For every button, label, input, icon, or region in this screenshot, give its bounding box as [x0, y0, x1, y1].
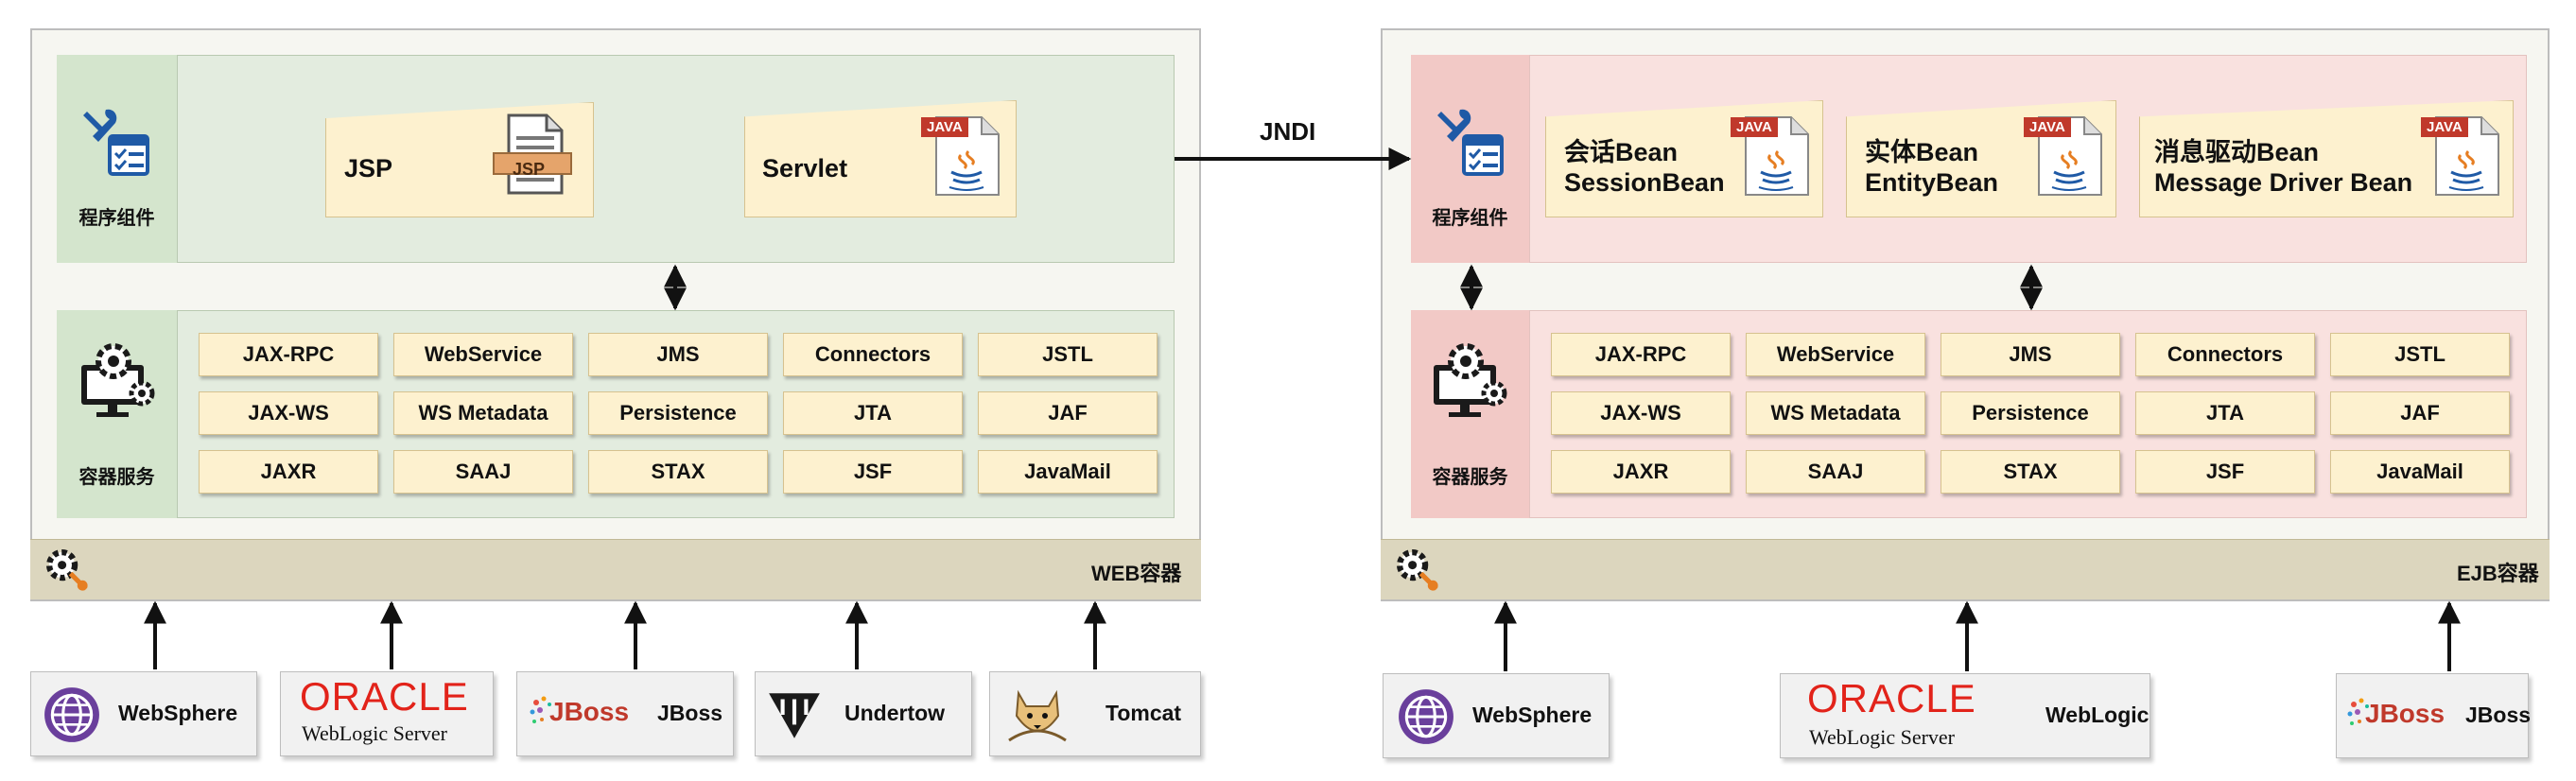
websphere-server: WebSphere: [1383, 673, 1610, 758]
websphere-label: WebSphere: [118, 701, 238, 725]
jboss-label: JBoss: [2465, 703, 2532, 727]
weblogic-label: WebLogic: [2045, 703, 2150, 727]
weblogic-server-label: WebLogic Server: [302, 721, 447, 745]
websphere-globe-icon: [1397, 687, 1455, 746]
jboss-logo: JBoss: [549, 697, 630, 726]
weblogic-server: ORACLE WebLogic Server WebLogic: [1780, 673, 2150, 758]
weblogic-server: ORACLE WebLogic Server: [280, 671, 494, 756]
jboss-logo: JBoss: [2365, 699, 2445, 728]
oracle-logo: ORACLE: [1807, 676, 1976, 720]
jndi-label: JNDI: [1260, 117, 1316, 146]
jboss-server: JBoss JBoss: [2336, 673, 2532, 758]
weblogic-server-label: WebLogic Server: [1809, 725, 1955, 749]
websphere-label: WebSphere: [1472, 703, 1593, 727]
undertow-logo-icon: [765, 686, 824, 744]
jboss-label: JBoss: [657, 701, 723, 725]
tomcat-server: Tomcat: [989, 671, 1201, 756]
tomcat-label: Tomcat: [1105, 701, 1182, 725]
undertow-server: Undertow: [755, 671, 972, 756]
undertow-label: Undertow: [844, 701, 946, 725]
oracle-logo: ORACLE: [300, 674, 469, 719]
tomcat-cat-icon: [1000, 684, 1075, 750]
websphere-globe-icon: [43, 686, 101, 744]
jboss-server: JBoss JBoss: [516, 671, 734, 756]
websphere-server: WebSphere: [30, 671, 257, 756]
